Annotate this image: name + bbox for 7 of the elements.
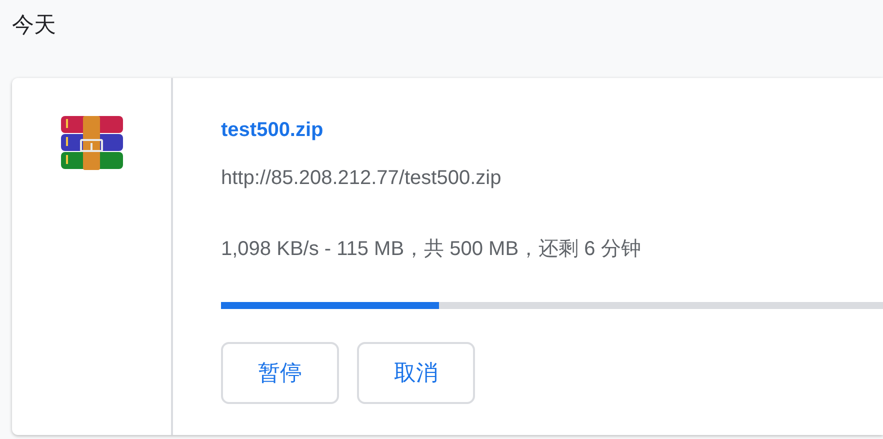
file-url: http://85.208.212.77/test500.zip xyxy=(221,167,502,190)
file-name-link[interactable]: test500.zip xyxy=(221,119,324,142)
cancel-button[interactable]: 取消 xyxy=(357,342,475,404)
pause-button[interactable]: 暂停 xyxy=(221,342,339,404)
section-title: 今天 xyxy=(12,13,56,38)
archive-icon xyxy=(60,116,122,170)
download-status: 1,098 KB/s - 115 MB，共 500 MB，还剩 6 分钟 xyxy=(221,237,641,262)
